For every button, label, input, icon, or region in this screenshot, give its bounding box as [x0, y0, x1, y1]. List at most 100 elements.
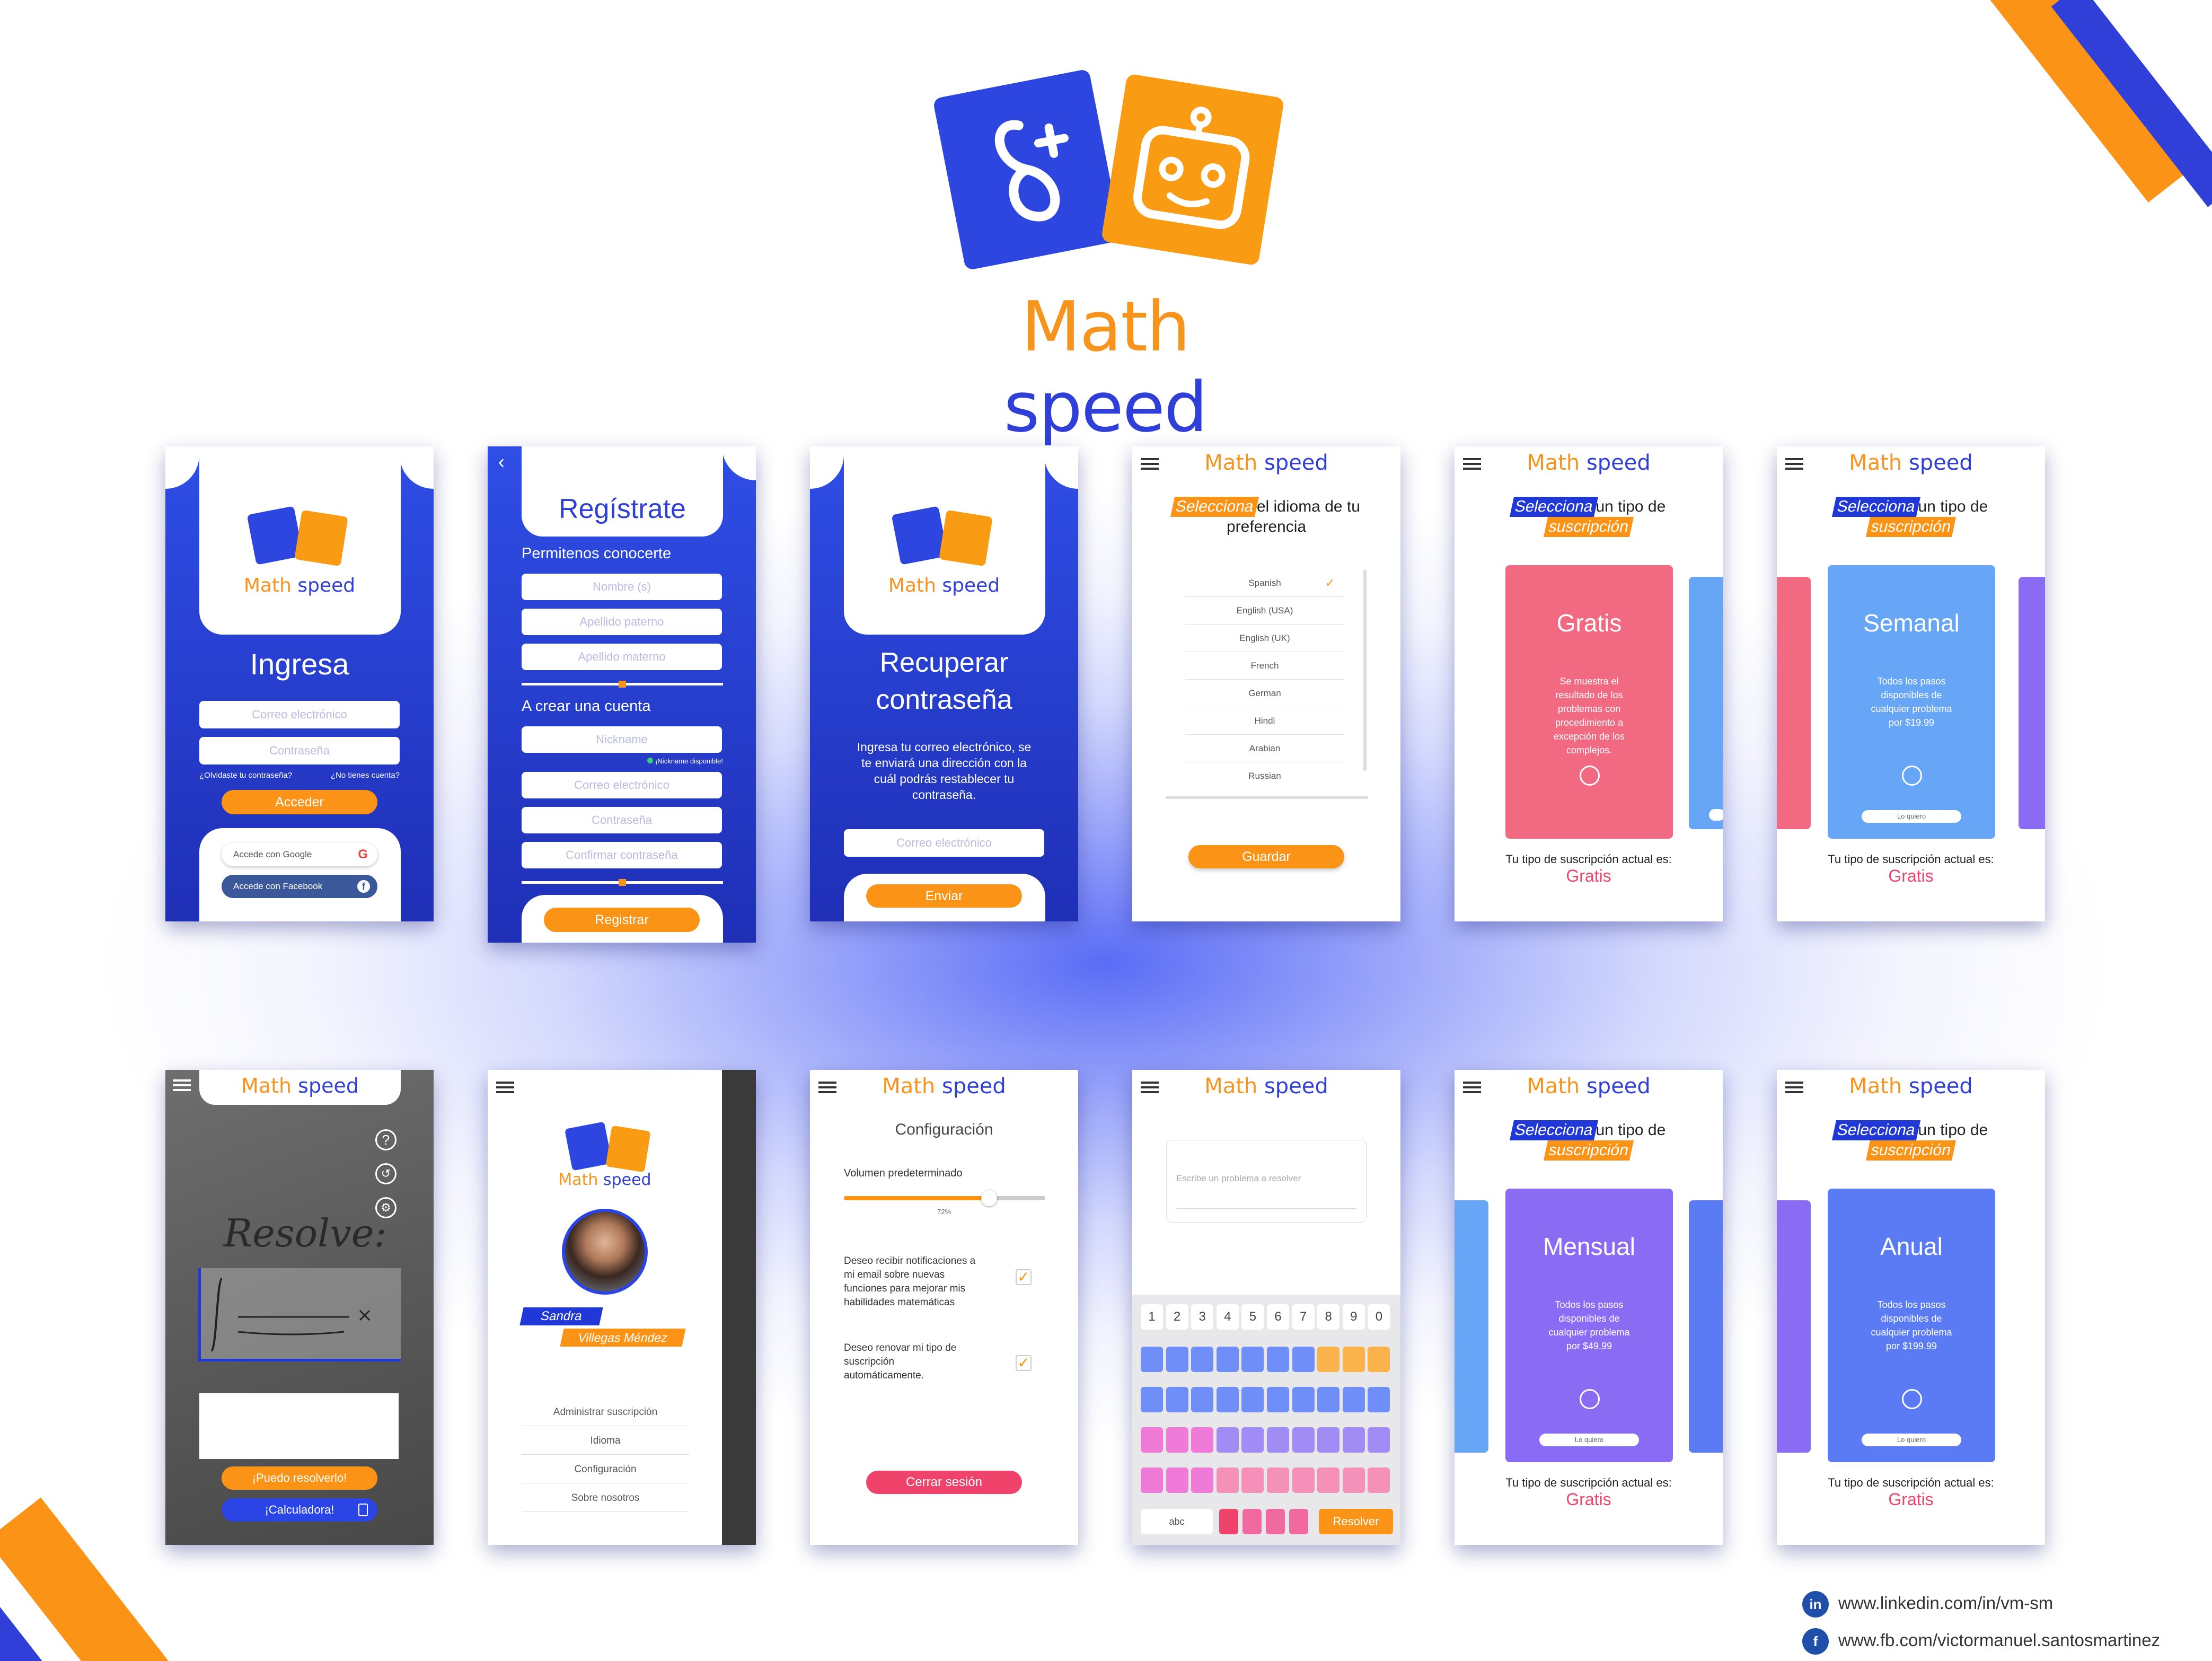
trig-key[interactable] [1241, 1427, 1264, 1453]
trig-key[interactable] [1191, 1427, 1214, 1453]
can-solve-button[interactable]: ¡Puedo resolverlo! [222, 1466, 377, 1490]
operator-key[interactable] [1267, 1347, 1289, 1372]
plan-card-weekly[interactable]: Semanal Todos los pasos disponibles de cua… [1828, 565, 1995, 839]
language-option[interactable]: German [1185, 680, 1344, 707]
nickname-field[interactable]: Nickname [522, 726, 722, 753]
problem-input[interactable]: Escribe un problema a resolver [1166, 1140, 1367, 1223]
solve-key[interactable]: Resolver [1319, 1509, 1393, 1534]
special-key[interactable] [1266, 1509, 1285, 1534]
digit-key[interactable]: 0 [1368, 1304, 1390, 1330]
function-key[interactable] [1166, 1387, 1188, 1412]
email-field[interactable]: Correo electrónico [199, 701, 400, 728]
help-icon[interactable]: ? [375, 1129, 396, 1150]
plan-card-peek-weekly[interactable] [1689, 577, 1723, 829]
trig-key[interactable] [1368, 1427, 1390, 1453]
special-key[interactable] [1242, 1509, 1262, 1534]
trig-key[interactable] [1292, 1427, 1315, 1453]
function-key[interactable] [1141, 1387, 1163, 1412]
operator-key[interactable] [1191, 1347, 1214, 1372]
password-field[interactable]: Contraseña [199, 737, 400, 764]
digit-key[interactable]: 2 [1166, 1304, 1188, 1330]
want-it-button[interactable]: Lo quiero [1539, 1434, 1639, 1446]
login-button[interactable]: Acceder [222, 790, 377, 814]
plan-card-peek-monthly[interactable] [1777, 1200, 1811, 1453]
operator-key[interactable] [1368, 1347, 1390, 1372]
function-key[interactable] [1191, 1387, 1214, 1412]
signup-link[interactable]: ¿No tienes cuenta? [331, 771, 400, 780]
facebook-link[interactable]: f www.fb.com/victormanuel.santosmartinez [1802, 1624, 2160, 1656]
function-key[interactable] [1317, 1387, 1340, 1412]
language-option[interactable]: Hindi [1185, 707, 1344, 735]
digit-key[interactable]: 6 [1267, 1304, 1289, 1330]
save-button[interactable]: Guardar [1188, 845, 1344, 868]
trig-key[interactable] [1141, 1427, 1163, 1453]
trig-key[interactable] [1368, 1467, 1390, 1493]
abc-key[interactable]: abc [1141, 1509, 1213, 1534]
trig-key[interactable] [1166, 1427, 1188, 1453]
plan-card-peek-weekly[interactable] [1455, 1200, 1488, 1453]
recover-email-field[interactable]: Correo electrónico [844, 829, 1044, 857]
google-login-button[interactable]: Accede con Google G [222, 843, 377, 866]
function-key[interactable] [1342, 1387, 1365, 1412]
last-name-1-field[interactable]: Apellido paterno [522, 609, 722, 635]
operator-key[interactable] [1342, 1347, 1365, 1372]
notify-checkbox[interactable]: ✓ [1016, 1269, 1032, 1285]
calculator-button[interactable]: ¡Calculadora! [222, 1498, 377, 1522]
operator-key[interactable] [1317, 1347, 1340, 1372]
trig-key[interactable] [1292, 1467, 1315, 1493]
operator-key[interactable] [1141, 1347, 1163, 1372]
list-scrollbar[interactable] [1363, 569, 1367, 771]
plan-card-free[interactable]: Gratis Se muestra el resultado de los prob… [1505, 565, 1673, 839]
digit-key[interactable]: 7 [1292, 1304, 1315, 1330]
digit-key[interactable]: 1 [1141, 1304, 1163, 1330]
digit-key[interactable]: 3 [1191, 1304, 1214, 1330]
plan-card-peek-monthly[interactable] [2019, 577, 2045, 829]
plan-card-yearly[interactable]: Anual Todos los pasos disponibles de cualq… [1828, 1189, 1995, 1462]
language-option[interactable]: English (USA) [1185, 597, 1344, 625]
function-key[interactable] [1292, 1387, 1315, 1412]
digit-key[interactable]: 8 [1317, 1304, 1340, 1330]
function-key[interactable] [1216, 1387, 1239, 1412]
name-field[interactable]: Nombre (s) [522, 574, 722, 600]
special-key[interactable] [1289, 1509, 1308, 1534]
volume-slider-knob[interactable] [981, 1190, 997, 1206]
avatar[interactable] [562, 1209, 648, 1295]
trig-key[interactable] [1216, 1427, 1239, 1453]
scan-frame[interactable] [198, 1268, 401, 1361]
menu-item-about[interactable]: Sobre nosotros [522, 1484, 689, 1512]
menu-item-language[interactable]: Idioma [522, 1427, 689, 1455]
language-option[interactable]: Arabian [1185, 735, 1344, 762]
facebook-login-button[interactable]: Accede con Facebook f [222, 875, 377, 898]
language-option[interactable]: Russian [1185, 762, 1344, 790]
operator-key[interactable] [1292, 1347, 1315, 1372]
back-arrow-icon[interactable]: ‹ [498, 451, 505, 473]
register-button[interactable]: Registrar [544, 908, 700, 932]
want-it-button[interactable]: Lo quiero [1862, 1434, 1961, 1446]
function-key[interactable] [1368, 1387, 1390, 1412]
function-key[interactable] [1241, 1387, 1264, 1412]
trig-key[interactable] [1317, 1467, 1340, 1493]
language-option[interactable]: English (UK) [1185, 625, 1344, 652]
operator-key[interactable] [1216, 1347, 1239, 1372]
linkedin-link[interactable]: in www.linkedin.com/in/vm-sm [1802, 1587, 2053, 1619]
renew-checkbox[interactable]: ✓ [1016, 1355, 1032, 1371]
plan-card-monthly[interactable]: Mensual Todos los pasos disponibles de cua… [1505, 1189, 1673, 1462]
operator-key[interactable] [1166, 1347, 1188, 1372]
trig-key[interactable] [1317, 1427, 1340, 1453]
trig-key[interactable] [1342, 1467, 1365, 1493]
language-option[interactable]: French [1185, 652, 1344, 680]
trig-key[interactable] [1141, 1467, 1163, 1493]
digit-key[interactable]: 4 [1216, 1304, 1239, 1330]
trig-key[interactable] [1216, 1467, 1239, 1493]
menu-item-settings[interactable]: Configuración [522, 1456, 689, 1483]
last-name-2-field[interactable]: Apellido materno [522, 644, 722, 670]
trig-key[interactable] [1267, 1427, 1289, 1453]
special-key[interactable] [1219, 1509, 1238, 1534]
function-key[interactable] [1267, 1387, 1289, 1412]
send-button[interactable]: Enviar [866, 884, 1022, 908]
confirm-password-field[interactable]: Confirmar contraseña [522, 842, 722, 868]
forgot-password-link[interactable]: ¿Olvidaste tu contraseña? [199, 771, 292, 780]
menu-item-subscription[interactable]: Administrar suscripción [522, 1399, 689, 1426]
trig-key[interactable] [1241, 1467, 1264, 1493]
language-option-spanish[interactable]: Spanish ✓ [1185, 569, 1344, 597]
